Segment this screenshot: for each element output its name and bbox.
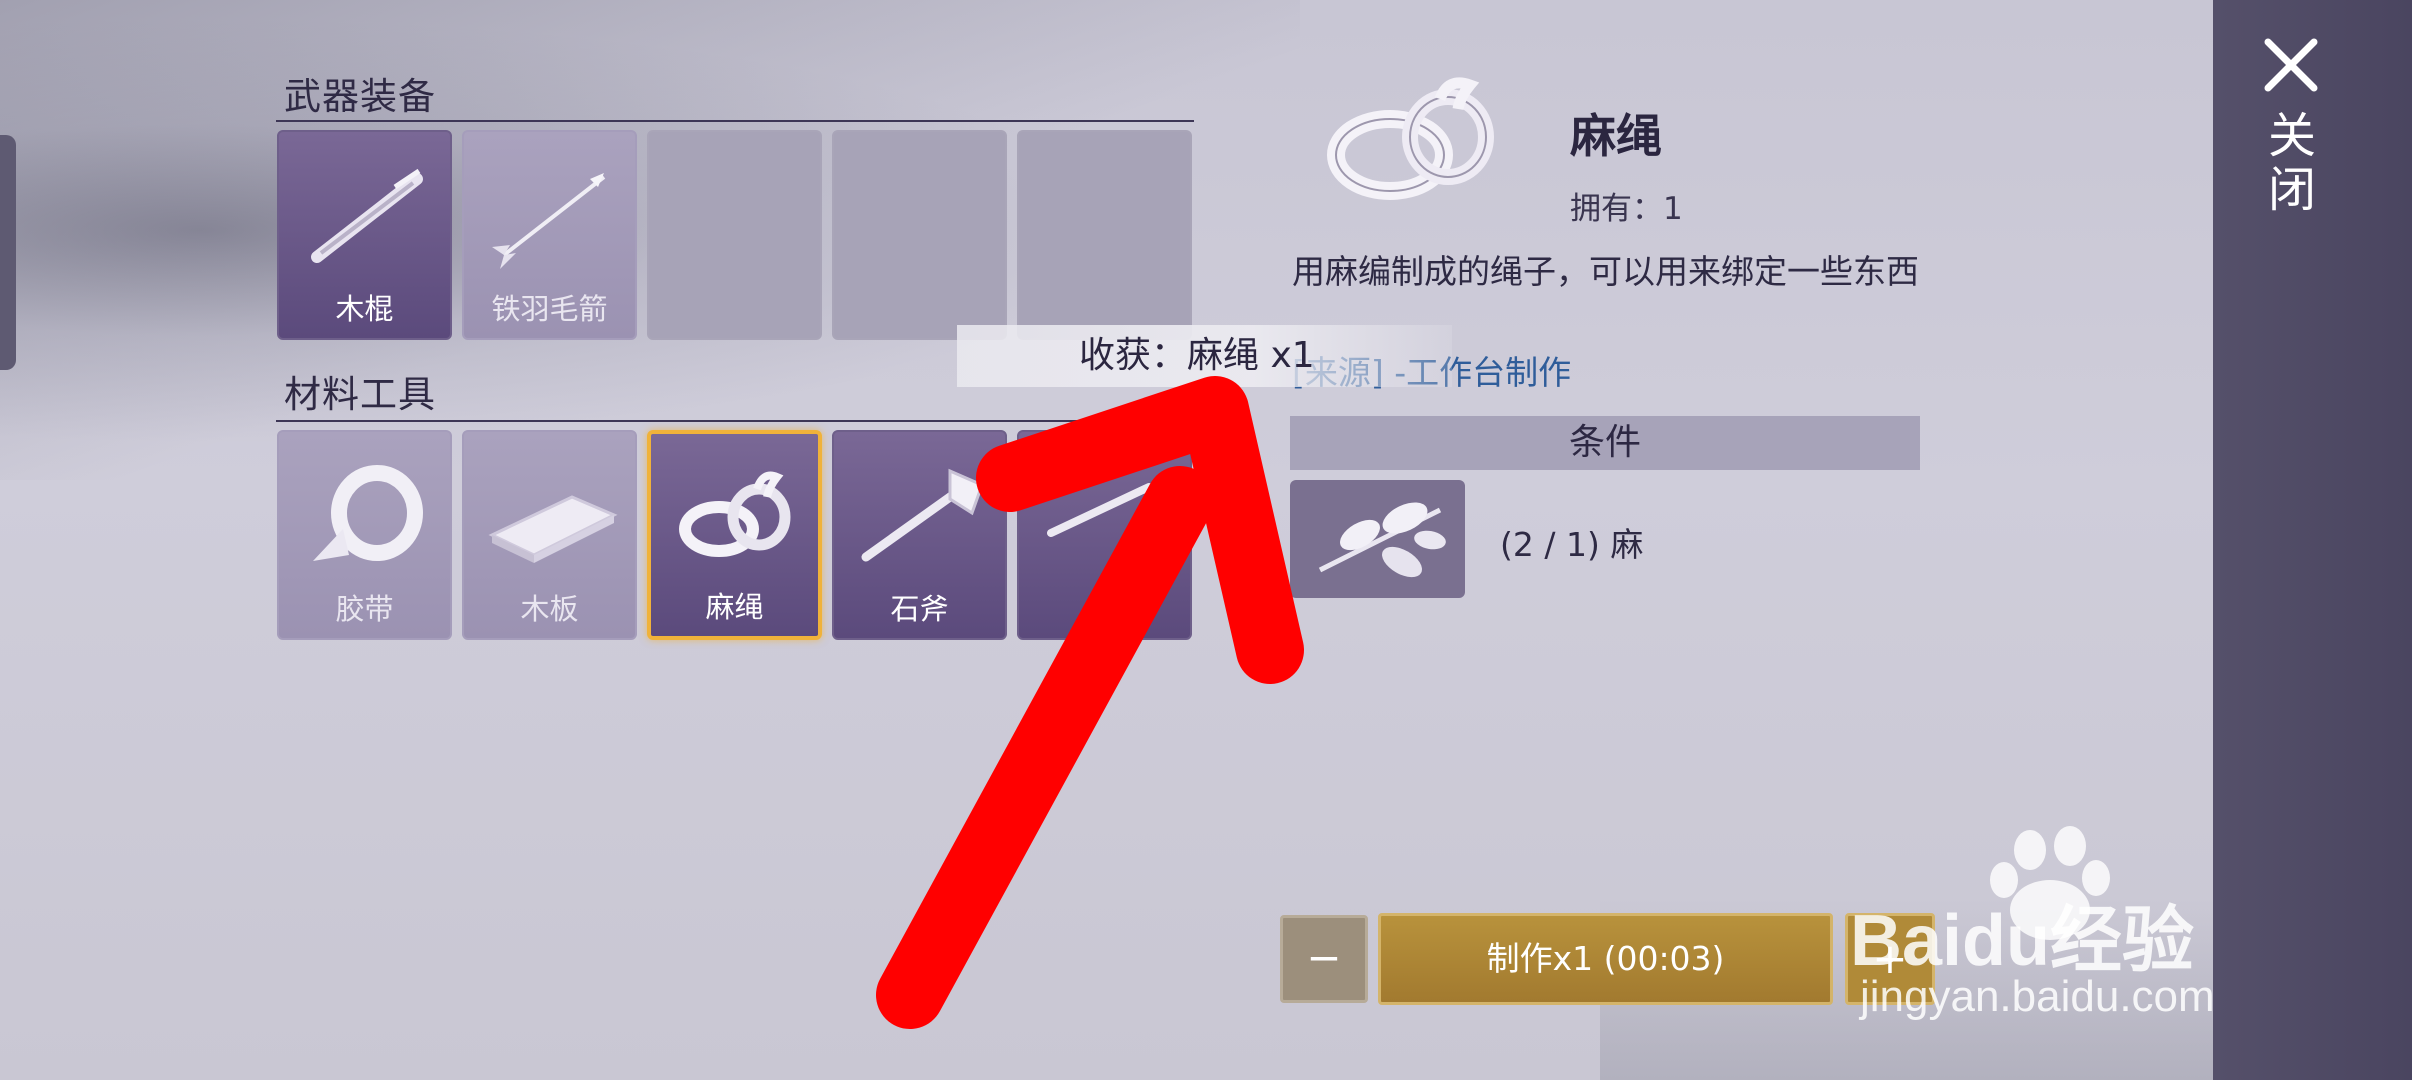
item-label: 木板	[520, 592, 579, 626]
requirement-text: (2 / 1) 麻	[1500, 525, 1644, 564]
conditions-header: 条件	[1290, 416, 1920, 470]
section-divider	[276, 420, 1194, 422]
item-slot-partial[interactable]	[1017, 430, 1192, 640]
tape-icon	[313, 465, 423, 561]
arrow-icon	[492, 173, 606, 269]
close-label[interactable]: 关闭	[2259, 110, 2322, 218]
item-slot-empty[interactable]	[832, 130, 1007, 340]
item-slot-plank[interactable]: 木板	[462, 430, 637, 640]
section-title-materials: 材料工具	[284, 373, 436, 416]
section-title-weapons: 武器装备	[284, 75, 436, 118]
wooden-stick-icon	[311, 168, 423, 263]
close-icon[interactable]	[2262, 36, 2320, 94]
harvest-notification: 收获：麻绳 x1	[957, 325, 1452, 387]
item-label: 麻绳	[705, 590, 764, 624]
item-slot-empty[interactable]	[647, 130, 822, 340]
item-slot-iron-arrow[interactable]: 铁羽毛箭	[462, 130, 637, 340]
stone-axe-icon	[861, 468, 984, 562]
watermark-logo-text: Baidu经验	[1850, 901, 2194, 981]
craft-button[interactable]: 制作x1 (00:03)	[1378, 913, 1833, 1005]
item-slot-tape[interactable]: 胶带	[277, 430, 452, 640]
item-slot-rope[interactable]: 麻绳	[647, 430, 822, 640]
item-label: 石斧	[890, 592, 949, 626]
unknown-item-icon	[1047, 483, 1153, 537]
item-label: 铁羽毛箭	[491, 292, 608, 326]
rope-detail-icon	[1327, 77, 1494, 200]
left-edge-tab[interactable]	[0, 135, 16, 370]
item-description: 用麻编制成的绳子，可以用来绑定一些东西	[1292, 252, 1919, 291]
watermark-url: jingyan.baidu.com	[1860, 972, 2215, 1021]
item-label: 胶带	[335, 592, 394, 626]
rope-icon	[679, 471, 791, 557]
requirement-slot[interactable]	[1290, 480, 1465, 598]
decrease-quantity-button[interactable]: −	[1280, 915, 1368, 1003]
owned-count: 拥有：1	[1570, 191, 1683, 227]
item-name: 麻绳	[1570, 109, 1662, 163]
plank-icon	[488, 495, 618, 563]
section-divider	[276, 120, 1194, 122]
item-slot-wooden-stick[interactable]: 木棍	[277, 130, 452, 340]
item-slot-stone-axe[interactable]: 石斧	[832, 430, 1007, 640]
item-slot-empty[interactable]	[1017, 130, 1192, 340]
item-label: 木棍	[335, 292, 394, 326]
hemp-leaf-icon	[1318, 502, 1446, 578]
